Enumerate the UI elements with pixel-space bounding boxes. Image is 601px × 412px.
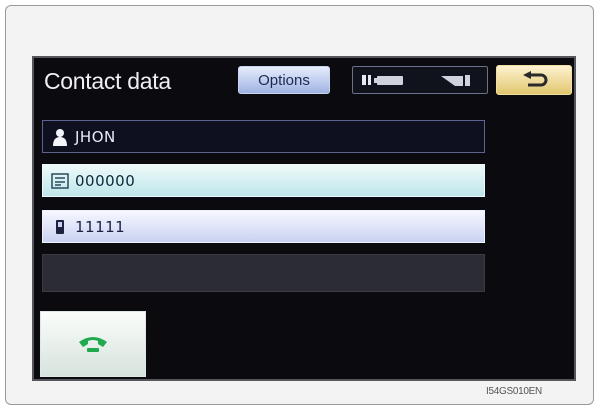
contact-name-row: JHON xyxy=(42,120,485,153)
navigation-display: Contact data Options JHON 000000 11111 xyxy=(32,56,576,381)
image-reference-code: I54GS010EN xyxy=(486,386,542,397)
empty-list-row xyxy=(42,254,485,292)
mobile-phone-icon xyxy=(47,217,73,237)
contact-phone-row[interactable]: 000000 xyxy=(42,164,485,197)
battery-icon xyxy=(374,76,403,85)
back-button[interactable] xyxy=(496,65,572,95)
manual-figure-frame: Contact data Options JHON 000000 11111 xyxy=(5,5,594,405)
contact-mobile-number: 11111 xyxy=(75,217,126,236)
options-button[interactable]: Options xyxy=(238,66,330,94)
contact-name: JHON xyxy=(75,127,116,146)
return-arrow-icon xyxy=(523,71,548,87)
phone-status-bar xyxy=(352,66,488,94)
bluetooth-icon xyxy=(362,75,371,85)
status-icons xyxy=(362,75,470,86)
phone-book-icon xyxy=(47,171,73,191)
person-icon xyxy=(47,127,73,147)
contact-phone-number: 000000 xyxy=(75,171,136,190)
contact-mobile-row[interactable]: 11111 xyxy=(42,210,485,243)
page-title: Contact data xyxy=(44,68,171,94)
call-button[interactable] xyxy=(40,311,146,377)
signal-strength-icon xyxy=(441,75,470,86)
call-handset-icon xyxy=(79,337,107,352)
